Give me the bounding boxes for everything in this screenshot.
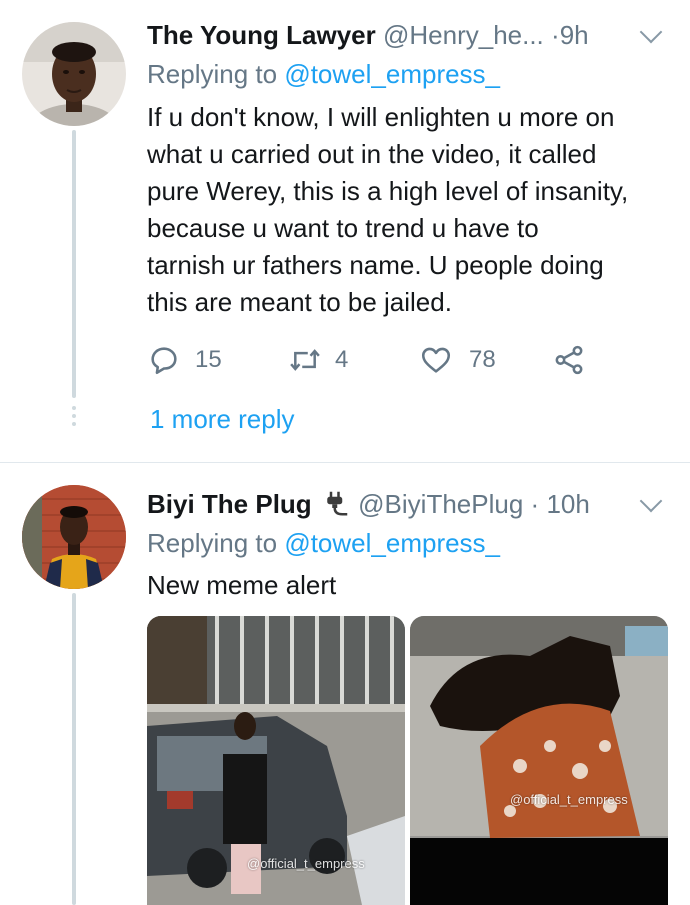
- reply-icon: [151, 347, 177, 375]
- reply-button[interactable]: 15: [147, 340, 222, 380]
- mention-link[interactable]: @towel_empress_: [284, 528, 500, 558]
- mention-link[interactable]: @towel_empress_: [284, 59, 500, 89]
- display-name[interactable]: The Young Lawyer: [147, 20, 376, 50]
- media-photo: [410, 616, 668, 905]
- action-bar: 15 4 78: [147, 340, 627, 380]
- replying-to: Replying to @towel_empress_: [147, 526, 500, 560]
- media-watermark: @official_t_empress: [510, 792, 628, 807]
- tweet-header: Biyi The Plug @BiyiThePlug · 10h: [147, 487, 590, 521]
- tweet[interactable]: The Young Lawyer @Henry_he... ·9h Replyi…: [0, 0, 690, 462]
- tweet-text-line: tarnish ur fathers name. U people doing: [147, 250, 604, 280]
- share-button[interactable]: [552, 340, 586, 380]
- tweet-header: The Young Lawyer @Henry_he... ·9h: [147, 18, 589, 52]
- avatar[interactable]: [22, 22, 126, 126]
- like-button[interactable]: 78: [419, 340, 496, 380]
- avatar-photo: [22, 485, 126, 589]
- media-watermark: @official_t_empress: [247, 856, 365, 871]
- retweet-icon: [290, 349, 320, 371]
- reply-count: 15: [195, 346, 222, 373]
- timestamp[interactable]: 9h: [560, 20, 589, 50]
- display-name[interactable]: Biyi The Plug: [147, 489, 312, 519]
- thread-line: [72, 593, 76, 905]
- thread-dots: [72, 406, 76, 430]
- separator-dot: ·: [551, 20, 560, 50]
- tweet-text-line: this are meant to be jailed.: [147, 287, 452, 317]
- replying-to: Replying to @towel_empress_: [147, 57, 500, 91]
- tweet-text-line: pure Werey, this is a high level of insa…: [147, 176, 629, 206]
- user-handle[interactable]: @BiyiThePlug: [358, 489, 523, 519]
- timestamp[interactable]: 10h: [546, 489, 589, 519]
- avatar[interactable]: [22, 485, 126, 589]
- media-image[interactable]: @official_t_empress: [410, 616, 668, 905]
- tweet-text-line: because u want to trend u have to: [147, 213, 539, 243]
- tweet-text: New meme alert: [147, 570, 337, 600]
- tweet-text-line: what u carried out in the video, it call…: [147, 139, 597, 169]
- retweet-button[interactable]: 4: [287, 340, 348, 380]
- retweet-count: 4: [335, 346, 349, 373]
- replying-to-label: Replying to: [147, 528, 278, 558]
- chevron-down-icon[interactable]: [639, 20, 663, 44]
- replying-to-label: Replying to: [147, 59, 278, 89]
- tweet-text-line: If u don't know, I will enlighten u more…: [147, 102, 615, 132]
- more-replies-link[interactable]: 1 more reply: [150, 402, 295, 436]
- avatar-photo: [22, 22, 126, 126]
- thread-line: [72, 130, 76, 398]
- chevron-down-icon[interactable]: [639, 489, 663, 513]
- user-handle[interactable]: @Henry_he...: [383, 20, 544, 50]
- share-icon: [555, 345, 583, 375]
- tweet-text: If u don't know, I will enlighten u more…: [147, 99, 677, 321]
- heart-icon: [421, 347, 451, 373]
- separator-dot: ·: [530, 489, 540, 519]
- like-count: 78: [469, 346, 496, 373]
- plug-emoji-icon: [327, 491, 348, 516]
- media-image[interactable]: @official_t_empress: [147, 616, 405, 905]
